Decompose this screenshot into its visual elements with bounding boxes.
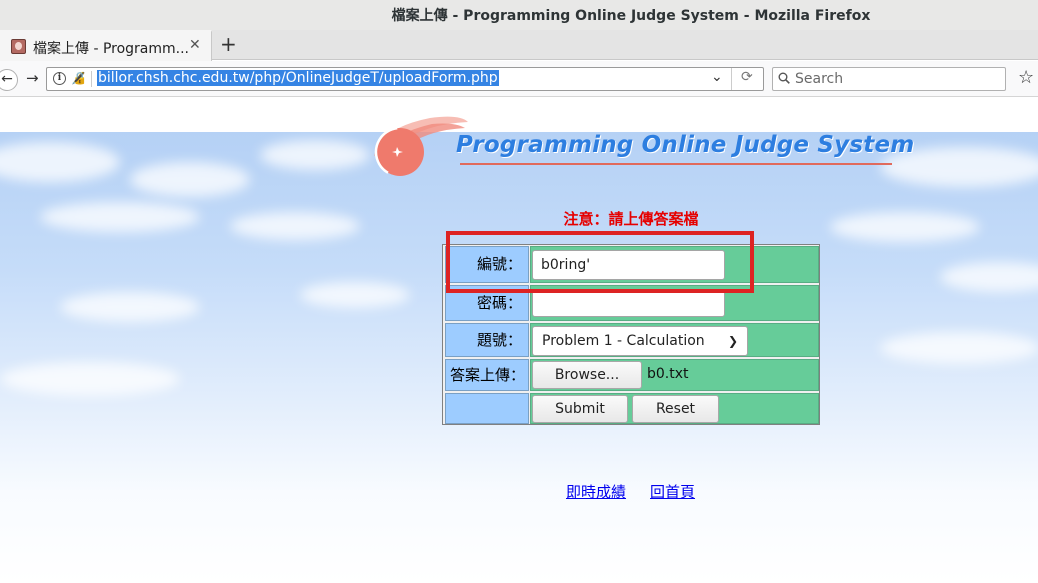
search-icon bbox=[778, 72, 790, 84]
search-input[interactable] bbox=[795, 70, 995, 88]
chevron-down-icon[interactable]: ⌄ bbox=[711, 69, 723, 85]
reload-icon[interactable]: ⟳ bbox=[741, 69, 753, 85]
browse-button[interactable]: Browse... bbox=[532, 361, 642, 389]
page-content: Programming Online Judge System 注意：請上傳答案… bbox=[0, 98, 1038, 583]
empty-label-cell bbox=[445, 393, 529, 424]
scores-link[interactable]: 即時成績 bbox=[566, 481, 626, 502]
form-row-actions: Submit Reset bbox=[444, 393, 819, 424]
browser-tab[interactable]: 檔案上傳 - Programm... ✕ bbox=[0, 30, 212, 61]
submit-button[interactable]: Submit bbox=[532, 395, 628, 423]
problem-selected-value: Problem 1 - Calculation bbox=[542, 333, 705, 349]
tab-strip: 檔案上傳 - Programm... ✕ + bbox=[0, 30, 1038, 61]
site-logo: Programming Online Judge System bbox=[370, 108, 914, 178]
password-input[interactable] bbox=[532, 289, 725, 317]
window-titlebar: 檔案上傳 - Programming Online Judge System -… bbox=[0, 0, 1038, 30]
navigation-toolbar: ← → i 🔏 billor.chsh.chc.edu.tw/php/Onlin… bbox=[0, 61, 1038, 97]
bookmark-star-icon[interactable]: ☆ bbox=[1018, 67, 1034, 88]
info-icon[interactable]: i bbox=[53, 72, 66, 85]
home-link[interactable]: 回首頁 bbox=[650, 481, 695, 502]
upload-notice: 注意：請上傳答案檔 bbox=[563, 210, 699, 228]
highlight-box bbox=[446, 231, 754, 293]
mixed-content-icon[interactable]: 🔏 bbox=[71, 71, 86, 85]
upload-field-cell: Browse... b0.txt bbox=[530, 359, 819, 391]
window-title: 檔案上傳 - Programming Online Judge System -… bbox=[391, 8, 871, 24]
forward-button-icon[interactable]: → bbox=[26, 69, 39, 87]
logo-text: Programming Online Judge System bbox=[456, 132, 915, 158]
url-divider bbox=[731, 68, 732, 90]
upload-label: 答案上傳： bbox=[445, 359, 529, 391]
back-button-icon[interactable]: ← bbox=[0, 69, 18, 91]
actions-cell: Submit Reset bbox=[530, 393, 819, 424]
new-tab-icon[interactable]: + bbox=[220, 32, 237, 56]
problem-label: 題號： bbox=[445, 323, 529, 357]
url-separator bbox=[91, 71, 92, 87]
url-bar[interactable]: i 🔏 billor.chsh.chc.edu.tw/php/OnlineJud… bbox=[46, 67, 764, 91]
reset-button[interactable]: Reset bbox=[632, 395, 719, 423]
url-text[interactable]: billor.chsh.chc.edu.tw/php/OnlineJudgeT/… bbox=[97, 70, 499, 86]
problem-field-cell: Problem 1 - Calculation ❯ bbox=[530, 323, 819, 357]
close-tab-icon[interactable]: ✕ bbox=[189, 37, 201, 53]
tab-title: 檔案上傳 - Programm... bbox=[33, 41, 190, 57]
selected-file-name: b0.txt bbox=[647, 366, 689, 382]
chevron-down-icon: ❯ bbox=[727, 334, 738, 348]
search-bar[interactable] bbox=[772, 67, 1006, 91]
logo-underline bbox=[460, 163, 892, 165]
form-row-problem: 題號： Problem 1 - Calculation ❯ bbox=[444, 323, 819, 358]
form-row-upload: 答案上傳： Browse... b0.txt bbox=[444, 359, 819, 392]
tux-favicon-icon bbox=[11, 39, 26, 54]
comet-logo-icon bbox=[374, 116, 468, 178]
problem-select[interactable]: Problem 1 - Calculation ❯ bbox=[532, 326, 748, 356]
